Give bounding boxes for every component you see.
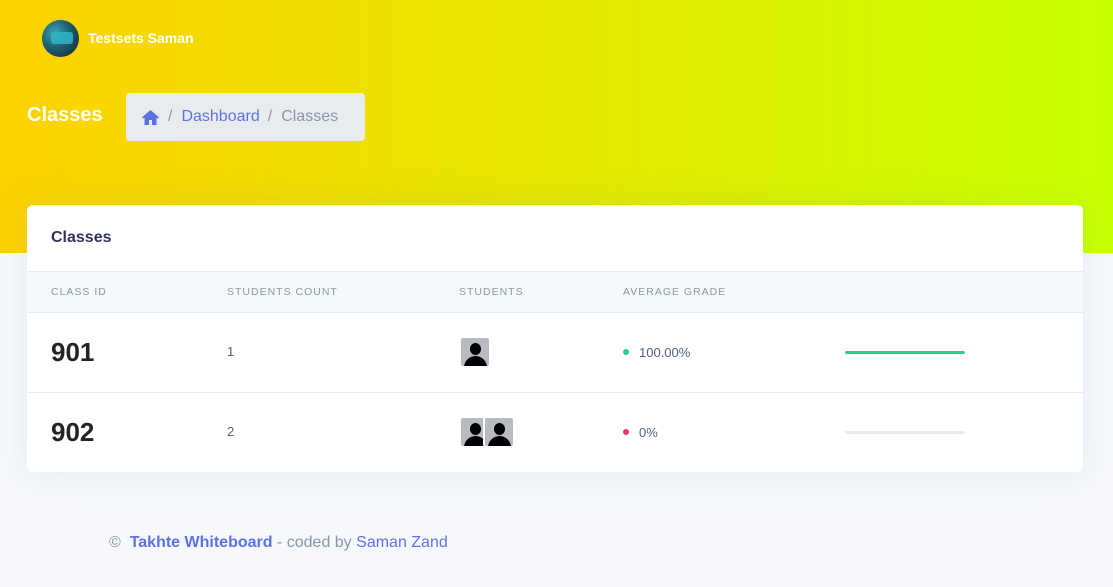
breadcrumb-current: Classes — [281, 108, 339, 125]
footer: © Takhte Whiteboard - coded by Saman Zan… — [109, 534, 448, 552]
page-title: Classes — [27, 104, 103, 126]
grade-value: 100.00% — [639, 344, 691, 360]
footer-author-link[interactable]: Saman Zand — [356, 534, 448, 551]
footer-text: - coded by — [276, 534, 352, 551]
average-grade: 100.00% — [623, 345, 845, 360]
student-avatars — [459, 336, 623, 368]
footer-brand-link[interactable]: Takhte Whiteboard — [130, 534, 273, 551]
grade-progress-fill — [845, 350, 965, 354]
user-menu[interactable]: Testsets Saman — [42, 19, 194, 57]
column-header-students-count[interactable]: Students Count — [227, 272, 459, 313]
copyright-symbol: © — [109, 534, 121, 551]
student-avatar[interactable] — [483, 416, 515, 449]
classes-card: Classes Class ID Students Count Students… — [27, 205, 1083, 472]
student-avatars — [459, 416, 623, 449]
classes-table: Class ID Students Count Students Average… — [27, 272, 1083, 472]
breadcrumb: / Dashboard / Classes — [126, 93, 365, 141]
column-header-progress — [845, 272, 1083, 313]
column-header-class-id[interactable]: Class ID — [27, 272, 227, 313]
class-id[interactable]: 902 — [51, 417, 94, 447]
home-icon[interactable] — [141, 109, 160, 126]
breadcrumb-separator: / — [168, 108, 173, 125]
student-avatar[interactable] — [459, 336, 491, 368]
user-avatar[interactable] — [42, 19, 79, 57]
grade-status-dot — [623, 349, 629, 355]
column-header-students[interactable]: Students — [459, 272, 623, 313]
column-header-average-grade[interactable]: Average Grade — [623, 272, 845, 313]
grade-progress-bar — [845, 430, 965, 434]
table-row[interactable]: 902 2 0% — [27, 392, 1083, 472]
grade-value: 0% — [639, 424, 658, 440]
breadcrumb-separator: / — [267, 108, 273, 125]
class-id[interactable]: 901 — [51, 337, 94, 367]
grade-status-dot — [623, 429, 629, 436]
card-title: Classes — [51, 229, 112, 246]
table-row[interactable]: 901 1 100.00% — [27, 312, 1083, 392]
average-grade: 0% — [623, 425, 845, 440]
grade-progress-bar — [845, 350, 965, 354]
card-header: Classes — [27, 205, 1083, 272]
students-count: 2 — [227, 424, 235, 440]
students-count: 1 — [227, 344, 235, 359]
table-header-row: Class ID Students Count Students Average… — [27, 272, 1083, 313]
breadcrumb-dashboard-link[interactable]: Dashboard — [181, 108, 259, 126]
user-name[interactable]: Testsets Saman — [88, 30, 194, 46]
